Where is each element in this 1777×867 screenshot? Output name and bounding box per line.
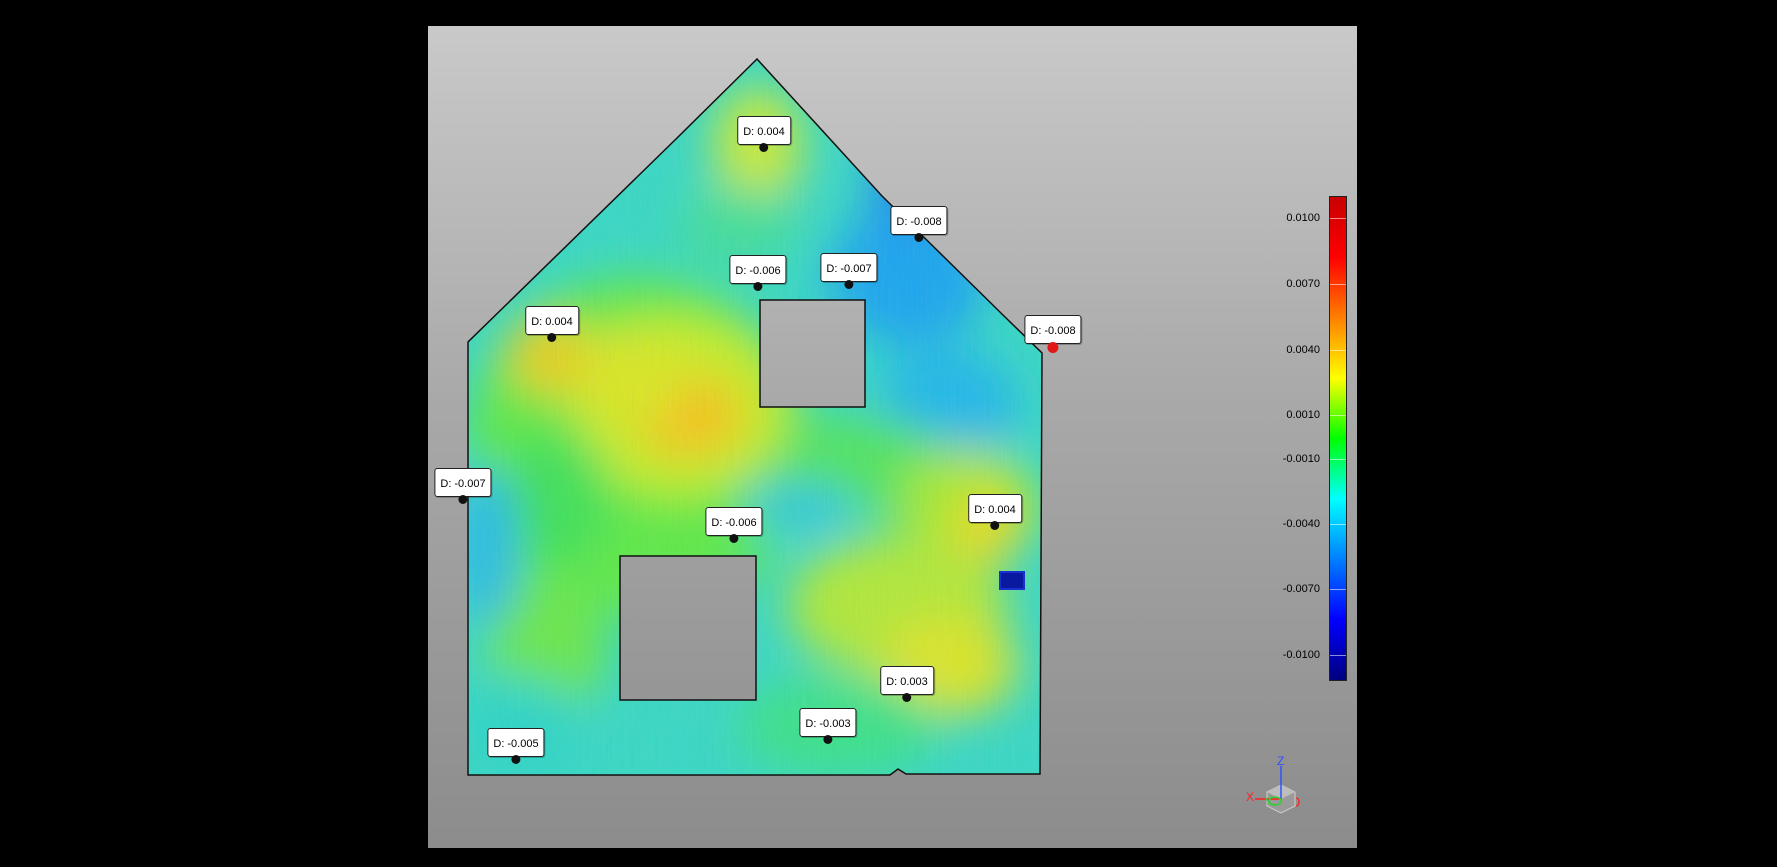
measurement-point (753, 282, 763, 291)
measurement-point (759, 143, 769, 152)
3d-viewport[interactable]: D: 0.004 D: -0.008 D: -0.006 D: -0.007 D: 0.0… (428, 26, 1357, 848)
scale-tick (1330, 218, 1346, 219)
measurement-point (990, 521, 1000, 530)
measurement-point (902, 693, 912, 702)
scale-tick (1330, 350, 1346, 351)
deviation-heatmap (468, 59, 1042, 775)
color-scale-bar (1329, 196, 1347, 681)
measurement-point (547, 333, 557, 342)
scale-tick (1330, 524, 1346, 525)
deviation-callout[interactable]: D: -0.006 (705, 507, 763, 543)
scale-tick (1330, 284, 1346, 285)
axis-y-label: Y (1264, 794, 1273, 808)
deviation-callout[interactable]: D: 0.004 (525, 306, 579, 342)
deviation-callout[interactable]: D: 0.003 (880, 666, 934, 702)
selected-measurement-point (1047, 342, 1059, 353)
measurement-point (458, 495, 468, 504)
scale-label: 0.0070 (1286, 278, 1320, 290)
measurement-point (729, 534, 739, 543)
window-opening (759, 299, 866, 408)
deviation-callout[interactable]: D: -0.003 (799, 708, 857, 744)
deviation-callout[interactable]: D: -0.007 (820, 253, 878, 289)
deviation-callout[interactable]: D: 0.004 (737, 116, 791, 152)
scale-label: 0.0010 (1286, 409, 1320, 421)
deviation-callout-selected[interactable]: D: -0.008 (1024, 315, 1082, 353)
measurement-point (823, 735, 833, 744)
scale-tick (1330, 655, 1346, 656)
deviation-callout[interactable]: D: -0.006 (729, 255, 787, 291)
scale-tick (1330, 589, 1346, 590)
axis-z-label: Z (1277, 754, 1285, 768)
deviation-callout[interactable]: D: -0.008 (890, 206, 948, 242)
scale-label: -0.0070 (1282, 583, 1320, 595)
deviation-map[interactable] (428, 26, 1357, 848)
axis-orientation-widget[interactable]: Z X Y (1245, 752, 1305, 822)
scale-label: -0.0010 (1282, 453, 1320, 465)
scale-tick (1330, 459, 1346, 460)
deviation-callout[interactable]: D: 0.004 (968, 494, 1022, 530)
axis-x-label: X (1246, 790, 1255, 804)
scale-label: -0.0040 (1282, 518, 1320, 530)
measurement-point (914, 233, 924, 242)
outlet-patch (999, 571, 1025, 590)
measurement-point (511, 755, 521, 764)
deviation-callout[interactable]: D: -0.005 (487, 728, 545, 764)
scale-label: 0.0040 (1286, 344, 1320, 356)
deviation-callout[interactable]: D: -0.007 (434, 468, 492, 504)
axis-cube-icon (1255, 766, 1300, 814)
scale-label: 0.0100 (1286, 212, 1320, 224)
scale-label: -0.0100 (1282, 649, 1320, 661)
measurement-point (844, 280, 854, 289)
door-opening (619, 555, 757, 701)
scale-tick (1330, 415, 1346, 416)
